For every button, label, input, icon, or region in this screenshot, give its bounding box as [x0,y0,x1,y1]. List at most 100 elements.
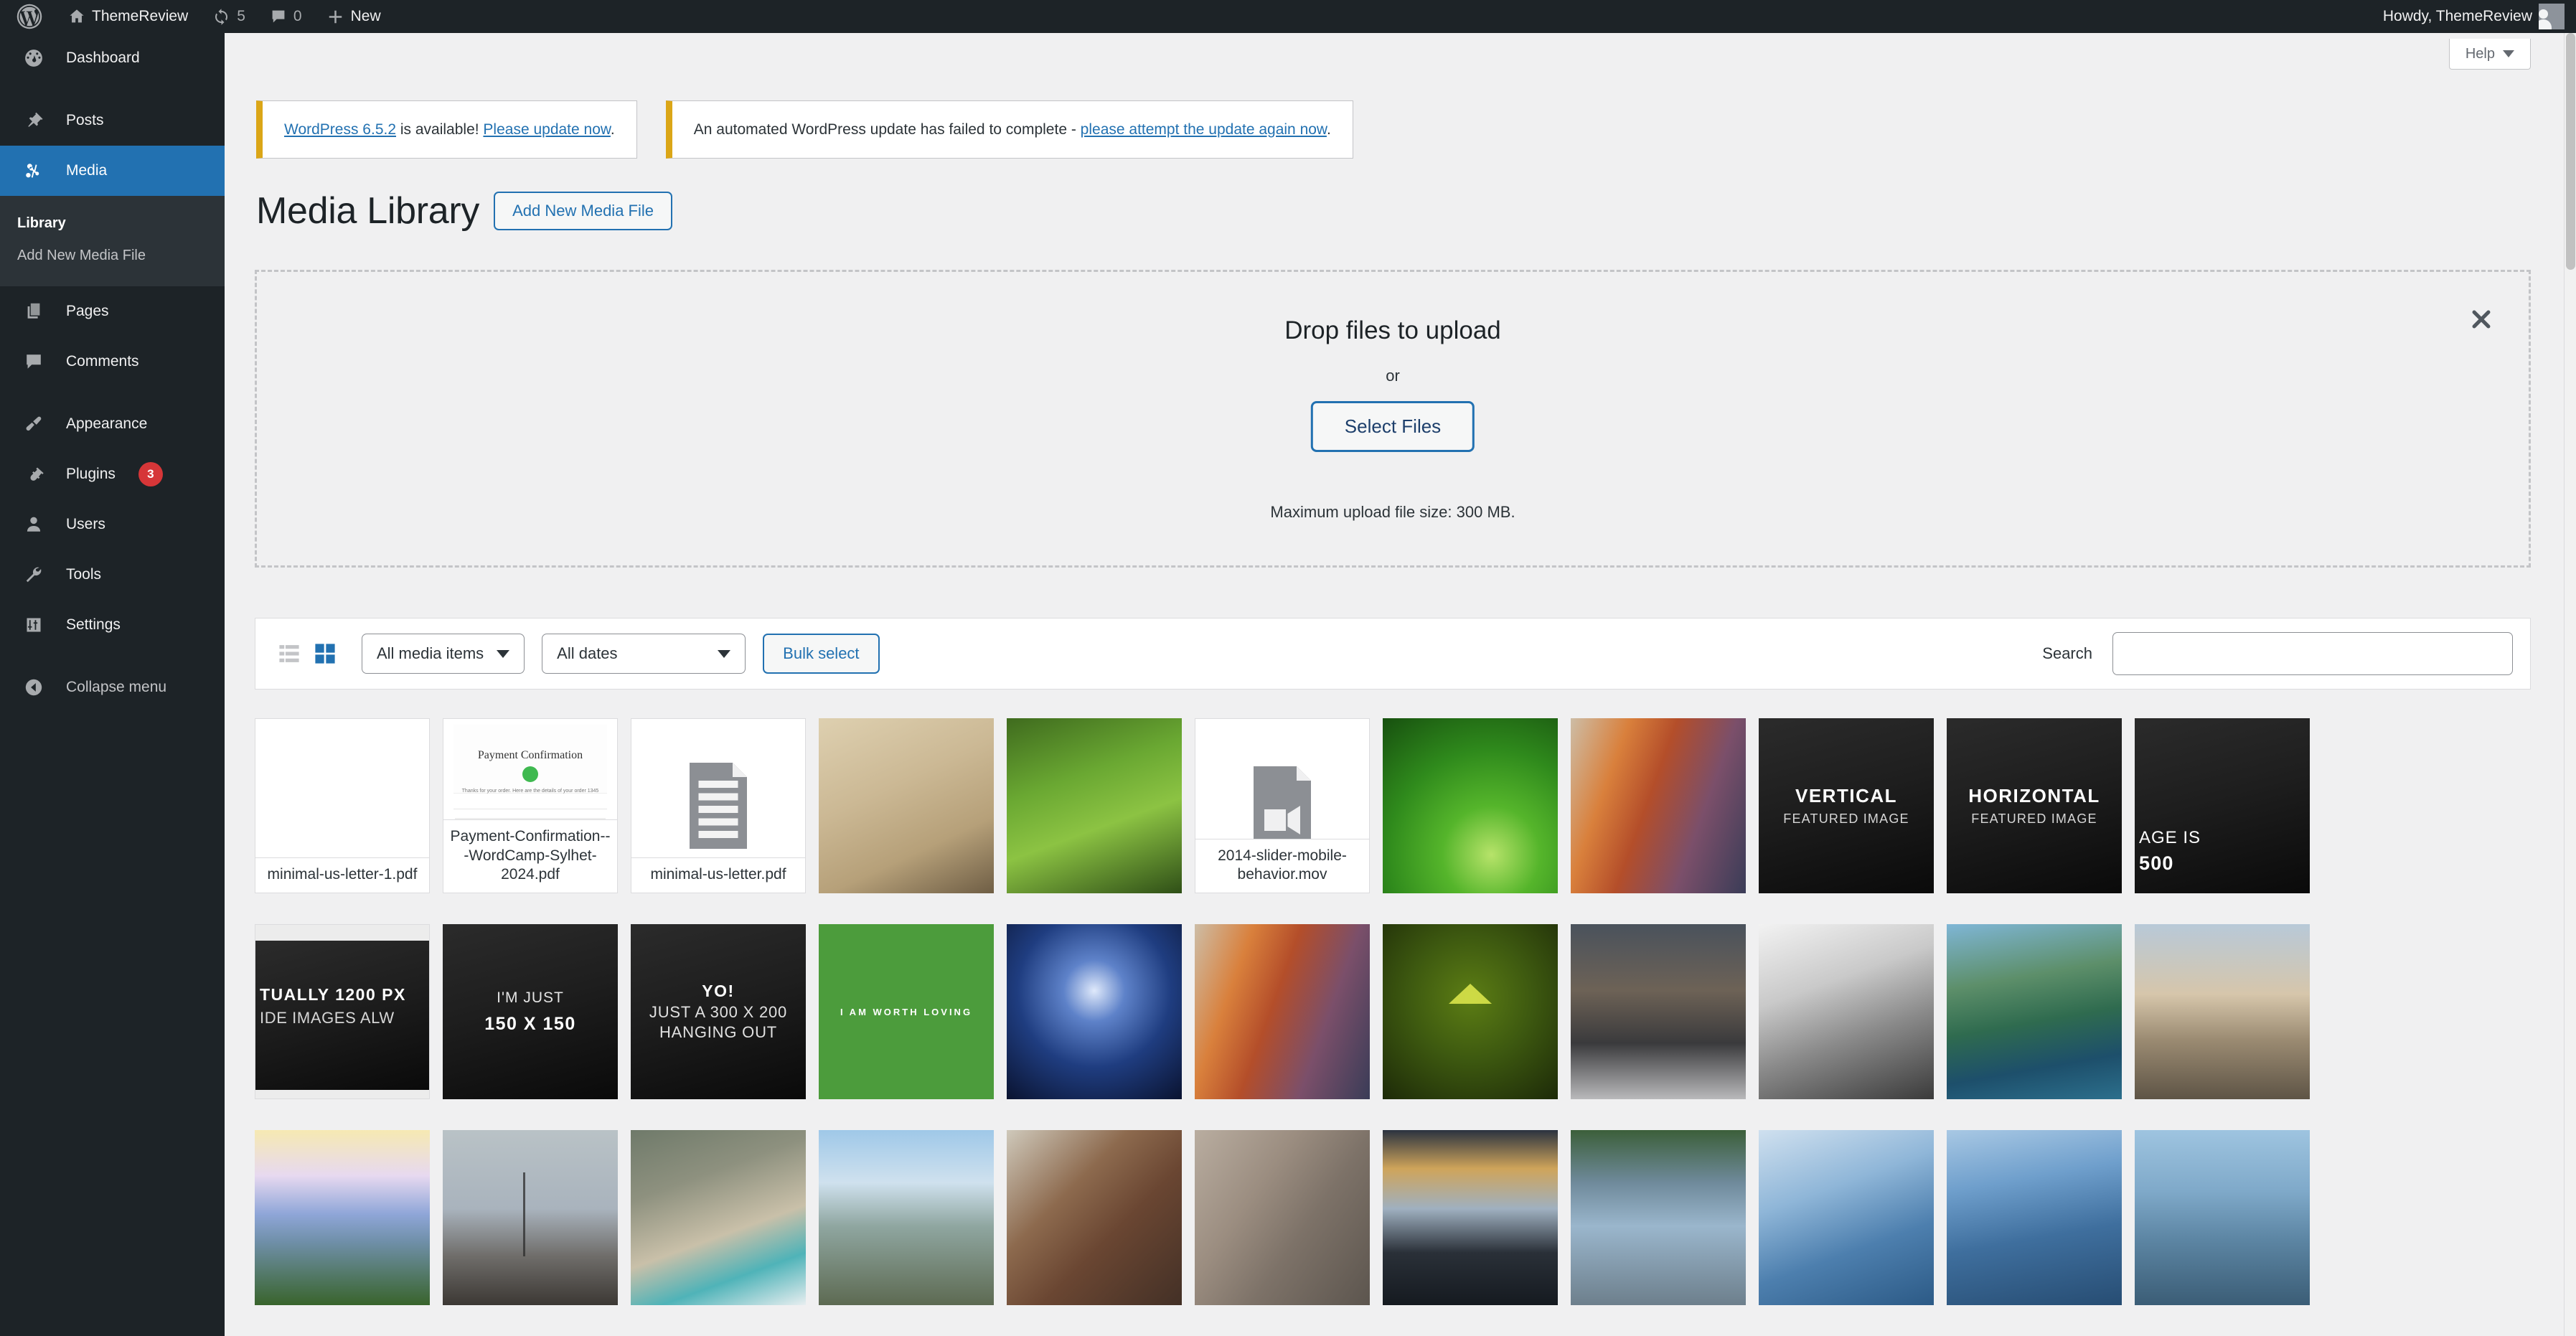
media-item[interactable] [1571,924,1759,1130]
list-view-icon[interactable] [273,637,306,670]
attachment-preview[interactable] [1759,1130,1934,1305]
sidebar-item-comments[interactable]: Comments [0,337,225,387]
attachment-preview[interactable] [1007,1130,1182,1305]
media-item[interactable] [1007,924,1195,1130]
sidebar-item-dashboard[interactable]: Dashboard [0,33,225,83]
attachment-preview[interactable] [1007,924,1182,1099]
attachment-preview[interactable]: Payment Confirmation Thanks for your ord… [443,718,618,893]
attachment-preview[interactable]: I AM WORTH LOVING [819,924,994,1099]
media-item[interactable] [1947,1130,2135,1336]
attachment-preview[interactable] [1571,1130,1746,1305]
media-item[interactable] [2135,1130,2323,1336]
media-item[interactable]: 2014-slider-mobile-behavior.mov [1195,718,1383,924]
media-item[interactable] [631,1130,819,1336]
attachment-preview[interactable] [1947,924,2122,1099]
media-item[interactable]: YO! JUST A 300 X 200 HANGING OUT [631,924,819,1130]
attachment-preview[interactable] [1383,924,1558,1099]
sidebar-item-tools[interactable]: Tools [0,550,225,600]
attachment-preview[interactable] [2135,924,2310,1099]
wordpress-version-link[interactable]: WordPress 6.5.2 [284,121,396,138]
media-item[interactable] [1195,1130,1383,1336]
attachment-preview[interactable]: YO! JUST A 300 X 200 HANGING OUT [631,924,806,1099]
attachment-preview[interactable] [443,1130,618,1305]
media-item[interactable] [1383,1130,1571,1336]
attachment-preview[interactable] [631,1130,806,1305]
media-item[interactable]: minimal-us-letter-1.pdf [255,718,443,924]
media-item[interactable] [1759,924,1947,1130]
attachment-preview[interactable] [1195,924,1370,1099]
page-scrollbar[interactable] [2564,33,2576,1336]
media-item[interactable]: VERTICAL FEATURED IMAGE [1759,718,1947,924]
select-files-button[interactable]: Select Files [1310,401,1475,453]
retry-update-link[interactable]: please attempt the update again now [1081,121,1327,138]
date-filter-select[interactable]: All dates [542,634,746,674]
grid-view-icon[interactable] [309,637,342,670]
media-item[interactable] [1947,924,2135,1130]
sidebar-item-posts[interactable]: Posts [0,95,225,146]
attachment-preview[interactable] [1383,718,1558,893]
media-item[interactable] [1571,1130,1759,1336]
sidebar-item-settings[interactable]: Settings [0,600,225,650]
media-item[interactable] [1007,1130,1195,1336]
media-item[interactable] [819,718,1007,924]
sidebar-item-plugins[interactable]: Plugins 3 [0,449,225,499]
wp-logo-menu[interactable] [0,0,56,33]
search-input[interactable] [2112,632,2513,675]
attachment-preview[interactable]: 2014-slider-mobile-behavior.mov [1195,718,1370,893]
media-item[interactable] [1571,718,1759,924]
media-item[interactable]: minimal-us-letter.pdf [631,718,819,924]
media-item[interactable] [819,1130,1007,1336]
media-item[interactable]: I'M JUST 150 X 150 [443,924,631,1130]
add-new-media-file-button[interactable]: Add New Media File [494,191,672,231]
help-tab-button[interactable]: Help [2448,39,2531,70]
bulk-select-button[interactable]: Bulk select [763,634,880,674]
attachment-preview[interactable]: HORIZONTAL FEATURED IMAGE [1947,718,2122,893]
attachment-preview[interactable] [819,1130,994,1305]
sidebar-item-media[interactable]: Media [0,146,225,196]
media-item[interactable]: I AM WORTH LOVING [819,924,1007,1130]
attachment-preview[interactable] [819,718,994,893]
attachment-preview[interactable] [1195,1130,1370,1305]
media-item[interactable] [1383,718,1571,924]
attachment-preview[interactable] [1007,718,1182,893]
sidebar-item-pages[interactable]: Pages [0,286,225,337]
attachment-preview[interactable] [255,1130,430,1305]
my-account-menu[interactable]: Howdy, ThemeReview [2371,0,2565,33]
collapse-menu-button[interactable]: Collapse menu [0,662,225,712]
attachment-preview[interactable] [1571,924,1746,1099]
media-type-filter-select[interactable]: All media items [362,634,525,674]
media-item[interactable] [1383,924,1571,1130]
attachment-preview[interactable] [1759,924,1934,1099]
scrollbar-thumb[interactable] [2566,33,2575,270]
media-item[interactable] [443,1130,631,1336]
attachment-preview[interactable] [1383,1130,1558,1305]
attachment-preview[interactable] [2135,1130,2310,1305]
attachment-preview[interactable]: minimal-us-letter.pdf [631,718,806,893]
media-item[interactable]: AGE IS 500 [2135,718,2323,924]
new-content-menu[interactable]: New [314,0,393,33]
close-icon[interactable] [2465,303,2498,336]
attachment-preview[interactable]: AGE IS 500 [2135,718,2310,893]
media-item[interactable]: HORIZONTAL FEATURED IMAGE [1947,718,2135,924]
upload-dropzone[interactable]: Drop files to upload or Select Files Max… [255,270,2531,568]
update-now-link[interactable]: Please update now [483,121,610,138]
attachment-preview[interactable]: minimal-us-letter-1.pdf [255,718,430,893]
media-item[interactable] [2135,924,2323,1130]
sidebar-item-appearance[interactable]: Appearance [0,399,225,449]
attachment-preview[interactable] [1947,1130,2122,1305]
updates-menu[interactable]: 5 [200,0,258,33]
attachment-preview[interactable]: VERTICAL FEATURED IMAGE [1759,718,1934,893]
media-item[interactable] [1007,718,1195,924]
media-item[interactable]: TUALLY 1200 PX IDE IMAGES ALW [255,924,443,1130]
attachment-preview[interactable]: TUALLY 1200 PX IDE IMAGES ALW [255,924,430,1099]
attachment-preview[interactable] [1571,718,1746,893]
media-item[interactable] [1759,1130,1947,1336]
sidebar-item-add-new-media-file[interactable]: Add New Media File [0,240,225,272]
site-name-menu[interactable]: ThemeReview [56,0,200,33]
sidebar-item-users[interactable]: Users [0,499,225,550]
media-item[interactable]: Payment Confirmation Thanks for your ord… [443,718,631,924]
comments-menu[interactable]: 0 [258,0,314,33]
sidebar-item-library[interactable]: Library [0,207,225,240]
media-item[interactable] [1195,924,1383,1130]
media-item[interactable] [255,1130,443,1336]
